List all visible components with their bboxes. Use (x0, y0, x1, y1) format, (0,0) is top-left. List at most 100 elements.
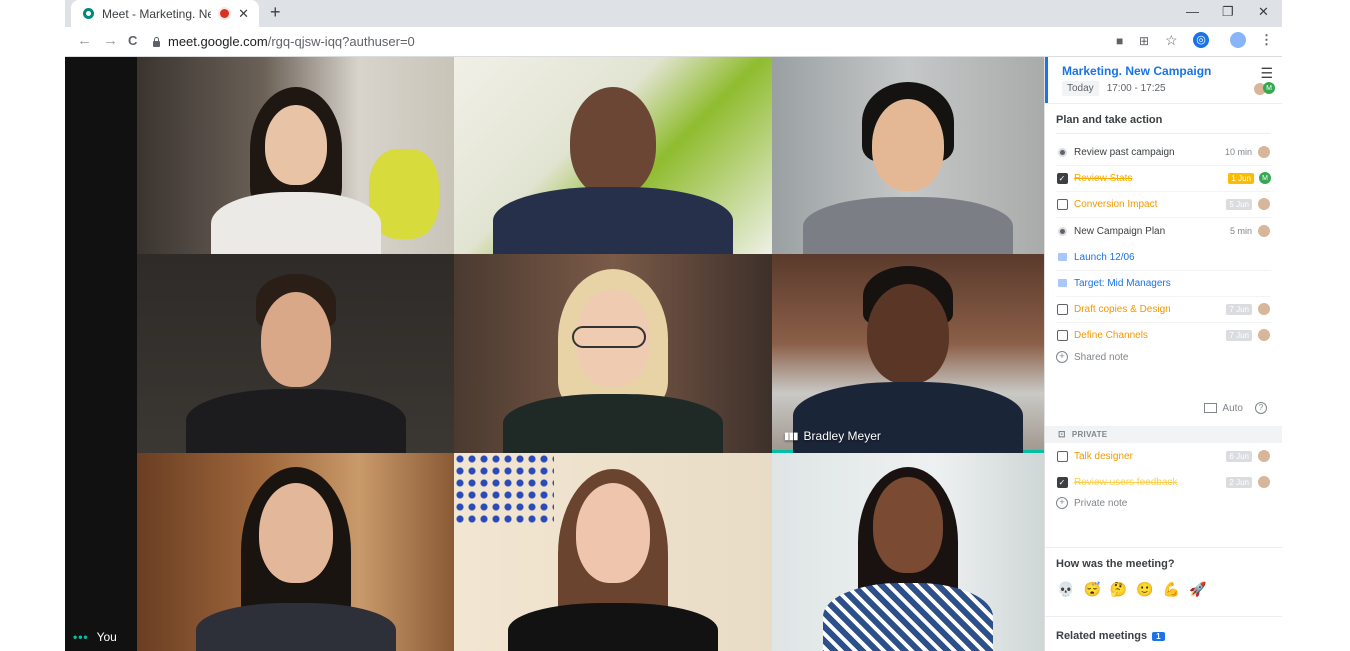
meeting-time: Today 17:00 - 17:25 (1062, 81, 1166, 96)
lock-icon: ⊡ (1058, 429, 1066, 439)
address-bar[interactable]: meet.google.com /rgq-qjsw-iqq?authuser=0 (149, 30, 1189, 53)
bookmark-star-icon[interactable]: ☆ (1165, 32, 1178, 49)
add-private-note[interactable]: + Private note (1045, 490, 1271, 516)
browser-window: Meet - Marketing. New Cam ✕ + — ❐ ✕ ← → … (65, 0, 1282, 651)
extension-icon[interactable]: ◎ (1193, 32, 1209, 48)
feedback-heading: How was the meeting? (1056, 558, 1175, 570)
video-tile-7[interactable] (137, 453, 454, 651)
sleepy-emoji-button[interactable]: 😴 (1083, 581, 1100, 598)
meeting-notes-panel: Marketing. New Campaign Today 17:00 - 17… (1044, 57, 1282, 651)
due-date: 6 Jun (1226, 450, 1252, 462)
close-window-button[interactable]: ✕ (1258, 4, 1269, 20)
topic-bullet-icon (1059, 228, 1065, 234)
tab-strip: Meet - Marketing. New Cam ✕ + — ❐ ✕ (65, 0, 1282, 27)
private-section-header: ⊡ PRIVATE (1045, 426, 1282, 443)
agenda-task[interactable]: ✓ Review Stats 1 Jun M (1045, 165, 1271, 191)
add-circle-icon: + (1056, 497, 1068, 509)
agenda-item-text: Draft copies & Design (1074, 303, 1171, 315)
help-icon[interactable]: ? (1255, 402, 1267, 414)
video-tile-8[interactable] (454, 453, 772, 651)
muscle-emoji-button[interactable]: 💪 (1163, 581, 1180, 598)
video-tile-6-active-speaker[interactable]: ▮▮▮ Bradley Meyer (772, 254, 1044, 453)
video-tile-1[interactable] (137, 57, 454, 254)
private-item-text: Talk designer (1074, 450, 1133, 462)
video-tile-9[interactable] (772, 453, 1044, 651)
assignee-avatar: M (1259, 172, 1271, 184)
feedback-emoji-row: 💀 😴 🤔 🙂 💪 🚀 (1057, 581, 1216, 598)
tab-title: Meet - Marketing. New Cam (102, 6, 212, 21)
meeting-title[interactable]: Marketing. New Campaign (1062, 64, 1211, 78)
participant-body (493, 187, 733, 254)
camera-icon[interactable]: ■ (1116, 34, 1123, 48)
maximize-button[interactable]: ❐ (1222, 4, 1234, 20)
back-button[interactable]: ← (77, 32, 92, 49)
checkbox-checked[interactable]: ✓ (1056, 172, 1068, 184)
tab-meet[interactable]: Meet - Marketing. New Cam ✕ (71, 0, 259, 27)
checkbox-checked[interactable]: ✓ (1056, 476, 1068, 488)
speaker-name: Bradley Meyer (803, 429, 881, 443)
divider (1045, 616, 1282, 617)
avatar (1257, 449, 1271, 463)
topic-bullet-icon (1059, 149, 1065, 155)
agenda-item-text: Review Stats (1074, 172, 1133, 184)
video-tile-2[interactable] (454, 57, 772, 254)
auto-send-row[interactable]: Auto ? (1204, 402, 1267, 414)
agenda-topic[interactable]: Review past campaign 10 min (1045, 139, 1271, 165)
speaker-name-label: ▮▮▮ Bradley Meyer (784, 429, 881, 443)
agenda-item-text: Target: Mid Managers (1074, 277, 1171, 289)
agenda-task[interactable]: Draft copies & Design 7 Jun (1045, 296, 1271, 322)
due-date: 7 Jun (1226, 329, 1252, 341)
agenda-flag[interactable]: Launch 12/06 (1045, 244, 1271, 270)
self-label[interactable]: ••• You (73, 630, 117, 644)
due-date: 7 Jun (1226, 303, 1252, 315)
thinking-emoji-button[interactable]: 🤔 (1110, 581, 1127, 598)
profile-avatar-icon[interactable] (1230, 32, 1246, 48)
shared-note-label: Shared note (1074, 351, 1129, 363)
meet-video-area: ••• You ▮▮▮ Bradley Meyer (65, 57, 1044, 651)
agenda-item-text: Launch 12/06 (1074, 251, 1135, 263)
due-date: 5 Jun (1226, 198, 1252, 210)
private-task[interactable]: Talk designer 6 Jun (1045, 443, 1271, 469)
browser-menu-icon[interactable]: ⋮ (1260, 32, 1273, 48)
checkbox[interactable] (1056, 303, 1068, 315)
divider (1045, 547, 1282, 548)
agenda-item-text: Conversion Impact (1074, 198, 1158, 210)
smile-emoji-button[interactable]: 🙂 (1136, 581, 1153, 598)
agenda-topic[interactable]: New Campaign Plan 5 min (1045, 218, 1271, 244)
hamburger-menu-icon[interactable]: ☰ (1260, 65, 1273, 82)
rocket-emoji-button[interactable]: 🚀 (1189, 581, 1206, 598)
skull-emoji-button[interactable]: 💀 (1057, 581, 1074, 598)
video-tile-5[interactable] (454, 254, 772, 453)
participant-body (210, 192, 381, 254)
video-tile-3[interactable] (772, 57, 1044, 254)
agenda-task[interactable]: Conversion Impact 5 Jun (1045, 191, 1271, 217)
add-shared-note[interactable]: + Shared note (1045, 344, 1271, 370)
checkbox[interactable] (1056, 450, 1068, 462)
checkbox[interactable] (1056, 198, 1068, 210)
participant-body (185, 389, 406, 453)
reload-button[interactable]: C (128, 33, 137, 48)
related-meetings[interactable]: Related meetings 1 (1056, 630, 1165, 642)
new-tab-button[interactable]: + (270, 2, 281, 23)
participant-face (264, 105, 327, 185)
forward-button[interactable]: → (103, 32, 118, 49)
video-tile-4[interactable] (137, 254, 454, 453)
panel-accent-bar (1045, 57, 1048, 103)
auto-label: Auto (1222, 402, 1243, 414)
due-date: 2 Jun (1226, 476, 1252, 488)
minimize-button[interactable]: — (1186, 4, 1199, 19)
checkbox[interactable] (1056, 329, 1068, 341)
tab-close-button[interactable]: ✕ (238, 6, 249, 22)
avatar (1257, 475, 1271, 489)
self-view-strip: ••• You (65, 57, 137, 651)
participant-face (576, 483, 650, 583)
participant-face (258, 483, 333, 583)
speaking-bars-icon: ▮▮▮ (784, 430, 798, 442)
glasses-icon (572, 326, 646, 348)
translate-icon[interactable]: ⊞ (1139, 34, 1149, 48)
agenda-flag[interactable]: Target: Mid Managers (1045, 270, 1271, 296)
agenda-item-text: Define Channels (1074, 329, 1148, 341)
participant-body (503, 394, 723, 453)
more-dots-icon[interactable]: ••• (73, 630, 89, 644)
url-host: meet.google.com (168, 34, 268, 49)
